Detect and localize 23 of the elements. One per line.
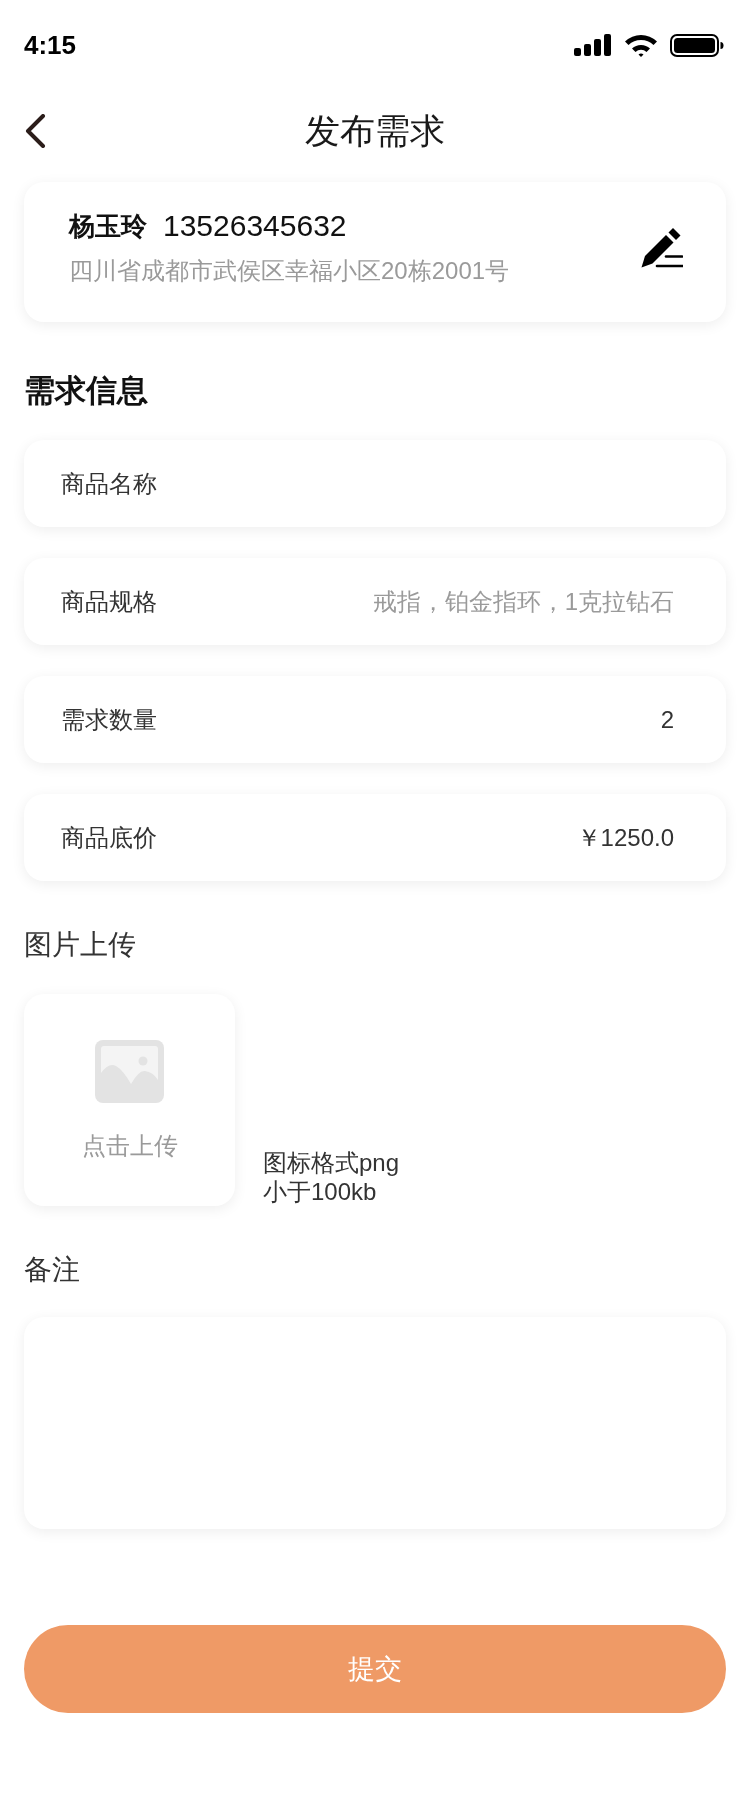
back-icon[interactable] [24, 114, 46, 148]
text-input[interactable]: 2 [660, 705, 674, 734]
contact-address: 四川省成都市武侯区幸福小区20栋2001号 [69, 256, 510, 286]
signal-icon [574, 34, 612, 56]
image-icon [95, 1040, 164, 1103]
field-label: 需求数量 [61, 704, 157, 735]
hint-text: 图标格式png [263, 1148, 400, 1177]
field-label: 商品规格 [61, 586, 157, 617]
contact-name: 杨玉玲 [69, 210, 147, 243]
text-input[interactable]: 戒指，铂金指环，1克拉钻石 [372, 585, 674, 618]
contact-phone: 13526345632 [163, 209, 347, 243]
section-heading: 图片上传 [24, 928, 136, 962]
pencil-icon[interactable] [641, 227, 683, 268]
text-input[interactable]: ￥1250.0 [576, 821, 674, 854]
field-label: 商品底价 [61, 822, 157, 853]
battery-icon [670, 33, 724, 57]
page-title: 发布需求 [305, 109, 445, 152]
wifi-icon [624, 33, 658, 57]
hint-text: 小于100kb [263, 1177, 377, 1206]
section-heading: 备注 [24, 1253, 80, 1287]
status-time: 4:15 [24, 29, 77, 61]
field-label: 商品名称 [61, 468, 157, 499]
section-heading: 需求信息 [24, 372, 148, 410]
